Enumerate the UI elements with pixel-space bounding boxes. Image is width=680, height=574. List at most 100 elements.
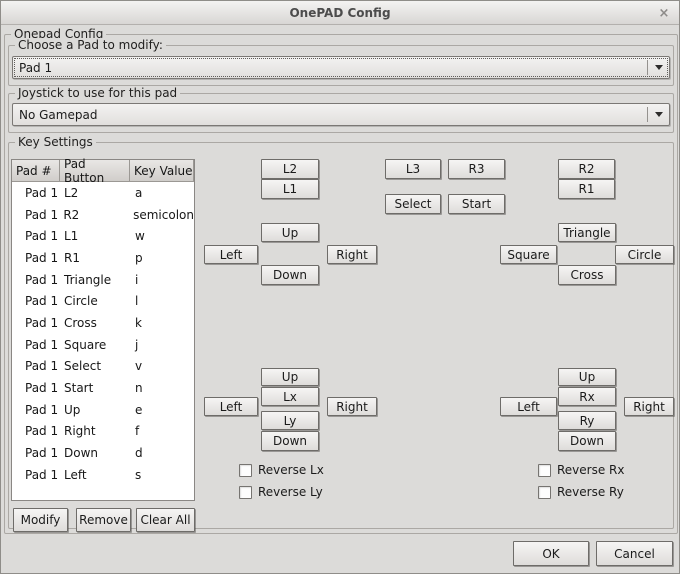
lstick-up-button[interactable]: Up	[261, 368, 319, 386]
cell-pad: Pad 1	[12, 338, 60, 352]
cancel-button[interactable]: Cancel	[596, 541, 673, 566]
dpad-down-button[interactable]: Down	[261, 265, 319, 285]
rstick-right-button[interactable]: Right	[624, 397, 674, 416]
table-row[interactable]: Pad 1 L2 a	[12, 182, 194, 204]
reverse-lx-checkbox[interactable]	[239, 464, 252, 477]
circle-button[interactable]: Circle	[615, 245, 674, 264]
start-button[interactable]: Start	[448, 194, 505, 214]
window-title: OnePAD Config	[289, 6, 390, 20]
column-header-pad-button[interactable]: Pad Button	[60, 160, 130, 181]
cell-button: Right	[60, 424, 130, 438]
table-row[interactable]: Pad 1 R2 semicolon	[12, 204, 194, 226]
l2-button[interactable]: L2	[261, 159, 319, 179]
clear-all-button[interactable]: Clear All	[136, 508, 195, 532]
joystick-frame-label: Joystick to use for this pad	[15, 86, 180, 101]
cell-key: d	[130, 446, 194, 460]
cell-pad: Pad 1	[12, 273, 60, 287]
chevron-down-icon	[655, 65, 663, 70]
table-row[interactable]: Pad 1 Circle l	[12, 290, 194, 312]
table-row[interactable]: Pad 1 Up e	[12, 399, 194, 421]
reverse-rx-label: Reverse Rx	[557, 463, 625, 477]
modify-button[interactable]: Modify	[13, 508, 68, 532]
triangle-button[interactable]: Triangle	[558, 223, 616, 242]
cell-key: l	[130, 294, 194, 308]
rstick-rx-button[interactable]: Rx	[558, 387, 616, 406]
column-header-pad[interactable]: Pad #	[12, 160, 60, 181]
cell-button: R2	[59, 208, 128, 222]
lstick-lx-button[interactable]: Lx	[261, 387, 319, 406]
pad-select[interactable]: Pad 1	[12, 56, 670, 79]
rstick-up-button[interactable]: Up	[558, 368, 616, 386]
chevron-down-icon	[655, 112, 663, 117]
cell-pad: Pad 1	[12, 316, 60, 330]
cell-key: i	[130, 273, 194, 287]
reverse-ry-label: Reverse Ry	[557, 485, 624, 499]
cell-key: k	[130, 316, 194, 330]
r1-button[interactable]: R1	[558, 179, 615, 199]
titlebar[interactable]: OnePAD Config ×	[1, 1, 679, 25]
rstick-ry-button[interactable]: Ry	[558, 411, 616, 430]
cell-key: e	[130, 403, 194, 417]
pad-select-dropdown-button[interactable]	[648, 65, 669, 70]
cell-button: Cross	[60, 316, 130, 330]
table-row[interactable]: Pad 1 Left s	[12, 464, 194, 486]
cell-key: v	[130, 359, 194, 373]
reverse-ry-checkbox[interactable]	[538, 486, 551, 499]
table-row[interactable]: Pad 1 Square j	[12, 334, 194, 356]
table-row[interactable]: Pad 1 R1 p	[12, 247, 194, 269]
cell-key: f	[130, 424, 194, 438]
reverse-rx-checkbox[interactable]	[538, 464, 551, 477]
table-row[interactable]: Pad 1 Down d	[12, 442, 194, 464]
cell-button: Down	[60, 446, 130, 460]
l1-button[interactable]: L1	[261, 179, 319, 199]
cell-pad: Pad 1	[12, 208, 59, 222]
table-row[interactable]: Pad 1 Triangle i	[12, 269, 194, 291]
r2-button[interactable]: R2	[558, 159, 615, 179]
rstick-down-button[interactable]: Down	[558, 431, 616, 451]
square-button[interactable]: Square	[500, 245, 557, 264]
reverse-ly-label: Reverse Ly	[258, 485, 323, 499]
table-row[interactable]: Pad 1 Select v	[12, 356, 194, 378]
key-mapping-table: Pad # Pad Button Key Value Pad 1 L2 a Pa…	[11, 159, 195, 501]
ok-button[interactable]: OK	[513, 541, 589, 566]
remove-button[interactable]: Remove	[76, 508, 131, 532]
cell-key: a	[130, 186, 194, 200]
dpad-right-button[interactable]: Right	[327, 245, 377, 264]
lstick-ly-button[interactable]: Ly	[261, 411, 319, 430]
cell-key: s	[130, 468, 194, 482]
cell-button: Square	[60, 338, 130, 352]
cell-pad: Pad 1	[12, 294, 60, 308]
table-row[interactable]: Pad 1 Start n	[12, 377, 194, 399]
reverse-ly-checkbox[interactable]	[239, 486, 252, 499]
table-header: Pad # Pad Button Key Value	[12, 160, 194, 182]
table-row[interactable]: Pad 1 Cross k	[12, 312, 194, 334]
cell-pad: Pad 1	[12, 359, 60, 373]
lstick-right-button[interactable]: Right	[327, 397, 377, 416]
cell-pad: Pad 1	[12, 229, 60, 243]
dpad-left-button[interactable]: Left	[204, 245, 258, 264]
key-settings-frame-label: Key Settings	[15, 135, 96, 150]
lstick-left-button[interactable]: Left	[204, 397, 258, 416]
cell-button: Circle	[60, 294, 130, 308]
rstick-left-button[interactable]: Left	[500, 397, 557, 416]
joystick-select[interactable]: No Gamepad	[12, 103, 670, 126]
dpad-up-button[interactable]: Up	[261, 223, 319, 242]
l3-button[interactable]: L3	[385, 159, 441, 179]
cell-button: L2	[60, 186, 130, 200]
cross-button[interactable]: Cross	[558, 265, 616, 285]
close-icon[interactable]: ×	[656, 5, 672, 21]
joystick-select-dropdown-button[interactable]	[648, 112, 669, 117]
cell-button: Select	[60, 359, 130, 373]
table-row[interactable]: Pad 1 Right f	[12, 421, 194, 443]
column-header-key-value[interactable]: Key Value	[130, 160, 194, 181]
table-row[interactable]: Pad 1 L1 w	[12, 225, 194, 247]
onepad-config-window: OnePAD Config × Onepad Config Choose a P…	[0, 0, 680, 574]
r3-button[interactable]: R3	[448, 159, 505, 179]
cell-button: Triangle	[60, 273, 130, 287]
cell-pad: Pad 1	[12, 186, 60, 200]
select-button[interactable]: Select	[385, 194, 441, 214]
cell-pad: Pad 1	[12, 424, 60, 438]
cell-key: p	[130, 251, 194, 265]
cell-pad: Pad 1	[12, 403, 60, 417]
lstick-down-button[interactable]: Down	[261, 431, 319, 451]
